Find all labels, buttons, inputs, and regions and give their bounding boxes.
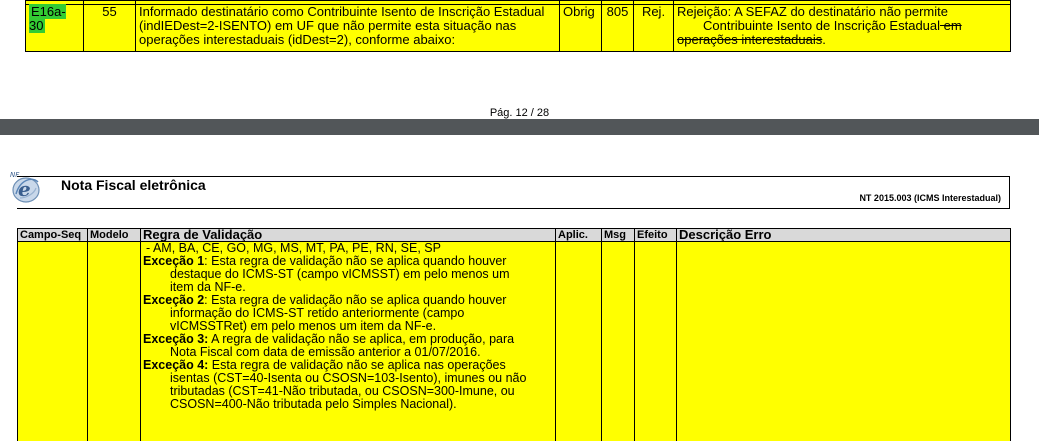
cell-regra: Informado destinatário como Contribuinte… [135,4,560,52]
page-number: Pág. 12 / 28 [489,107,550,119]
cell-aplic: Obrig [559,4,602,52]
document-subtitle: NT 2015.003 (ICMS Interestadual) [859,193,1001,203]
table-row: - AM, BA, CE, GO, MG, MS, MT, PA, PE, RN… [17,241,1011,441]
descricao-second: Contribuinte Isento de Inscrição Estadua… [703,18,941,33]
exception-1-title: Exceção 1 [143,254,205,268]
cell-campo: E16a-30 [25,4,84,52]
campo-seq-value: E16a-30 [29,4,66,33]
exception-3-text-a: A regra de validação não se aplica, em p… [208,332,515,346]
column-header-regra: Regra de Validação [140,228,556,242]
cell-descricao [676,241,1011,441]
column-header-aplic: Aplic. [555,228,602,242]
exception-4-text-d: CSOSN=400-Não tributada pelo Simples Nac… [170,397,457,411]
table-row: E16a-30 55 Informado destinatário como C… [25,4,1011,52]
table-header-row: Campo-Seq Modelo Regra de Validação Apli… [17,228,1011,242]
exception-2-text-a: : Esta regra de validação não se aplica … [204,293,507,307]
cell-efeito: Rej. [633,4,674,52]
exception-1: Exceção 1: Esta regra de validação não s… [143,254,506,268]
exception-2-title: Exceção 2 [143,293,205,307]
cell-descricao: Rejeição: A SEFAZ do destinatário não pe… [673,4,1011,52]
cell-msg [601,241,635,441]
descricao-end: . [822,32,826,47]
cell-modelo: 55 [83,4,136,52]
page-separator [0,119,1039,135]
column-header-descricao: Descrição Erro [676,228,1011,242]
descricao-first-line: Rejeição: A SEFAZ do destinatário não pe… [677,4,948,19]
exception-3: Exceção 3: A regra de validação não se a… [143,332,514,346]
cell-regra: - AM, BA, CE, GO, MG, MS, MT, PA, PE, RN… [140,241,556,441]
cell-campo-seq [17,241,88,441]
column-header-modelo: Modelo [87,228,141,242]
cell-modelo [87,241,141,441]
column-header-campo-seq: Campo-Seq [17,228,88,242]
document-title: Nota Fiscal eletrônica [61,177,206,193]
cell-efeito [634,241,677,441]
previous-page-table: E16a-30 55 Informado destinatário como C… [25,0,1011,52]
exception-4: Exceção 4: Esta regra de validação não s… [143,358,506,372]
column-header-efeito: Efeito [634,228,677,242]
exception-2: Exceção 2: Esta regra de validação não s… [143,293,506,307]
cell-aplic [555,241,602,441]
descricao-second-line: Contribuinte Isento de Inscrição Estadua… [677,18,962,47]
validation-rules-table: Campo-Seq Modelo Regra de Validação Apli… [17,228,1011,441]
exception-1-text-a: : Esta regra de validação não se aplica … [204,254,507,268]
cell-msg: 805 [601,4,634,52]
exception-3-title: Exceção 3: [143,332,209,346]
rule-text: - AM, BA, CE, GO, MG, MS, MT, PA, PE, RN… [141,242,555,411]
exception-4-title: Exceção 4: [143,358,209,372]
column-header-msg: Msg [601,228,635,242]
exception-4-text-a: Esta regra de validação não se aplica na… [208,358,506,372]
